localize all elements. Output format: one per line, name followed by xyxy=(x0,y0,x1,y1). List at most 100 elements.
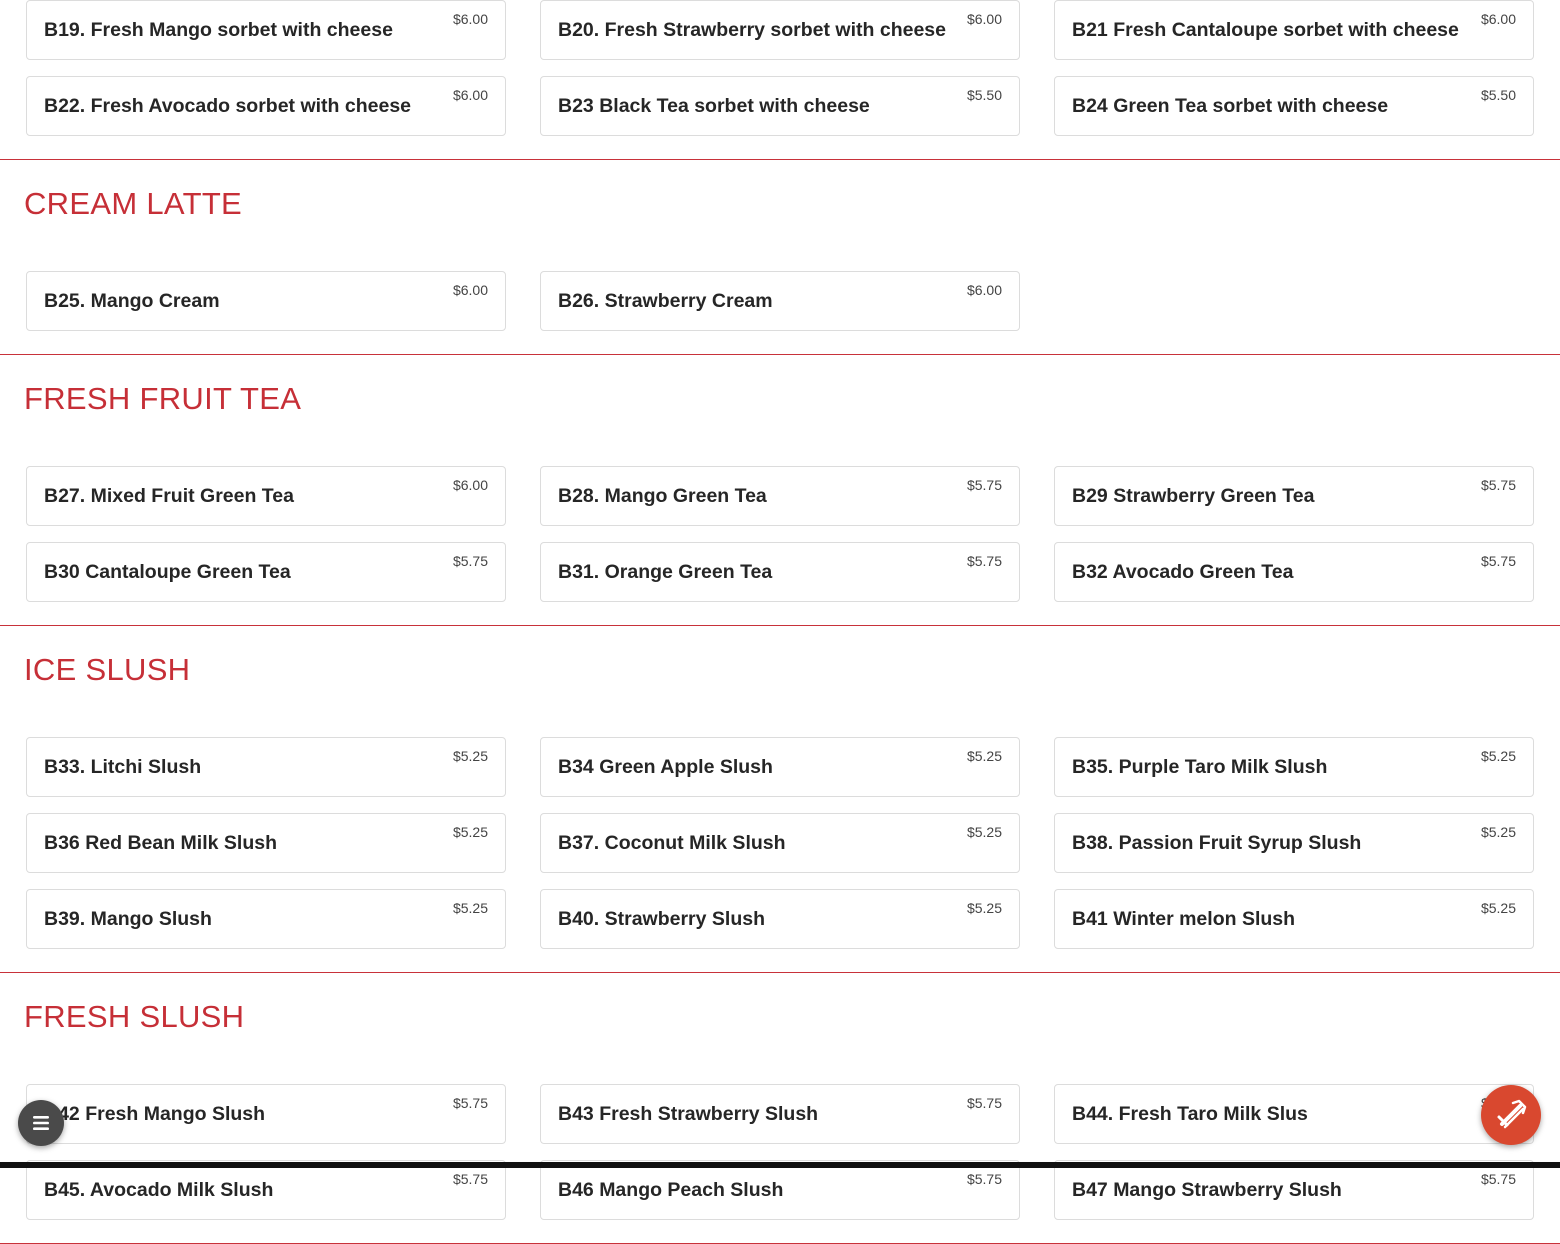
menu-item[interactable]: B46 Mango Peach Slush $5.75 xyxy=(540,1160,1020,1220)
menu-item-name: B33. Litchi Slush xyxy=(44,756,202,778)
menu-item[interactable]: B23 Black Tea sorbet with cheese $5.50 xyxy=(540,76,1020,136)
menu-item-name: B40. Strawberry Slush xyxy=(558,908,765,930)
menu-section: FRESH FRUIT TEA B27. Mixed Fruit Green Te… xyxy=(0,355,1560,626)
menu-item[interactable]: B33. Litchi Slush $5.25 xyxy=(26,737,506,797)
menu-item-name: B39. Mango Slush xyxy=(44,908,212,930)
menu-item[interactable]: B39. Mango Slush $5.25 xyxy=(26,889,506,949)
menu-item-price: $5.75 xyxy=(966,1171,1002,1187)
menu-item-name: B36 Red Bean Milk Slush xyxy=(44,832,277,854)
item-grid: B33. Litchi Slush $5.25 B34 Green Apple Sl… xyxy=(24,737,1536,949)
item-grid: B42 Fresh Mango Slush $5.75 B43 Fresh Stra… xyxy=(24,1084,1536,1220)
menu-item-name: B37. Coconut Milk Slush xyxy=(558,832,786,854)
menu-item[interactable]: B30 Cantaloupe Green Tea $5.75 xyxy=(26,542,506,602)
menu-item[interactable]: B29 Strawberry Green Tea $5.75 xyxy=(1054,466,1534,526)
menu-item-price: $5.25 xyxy=(966,900,1002,916)
menu-item[interactable]: B32 Avocado Green Tea $5.75 xyxy=(1054,542,1534,602)
menu-item-price: $5.25 xyxy=(966,748,1002,764)
menu-item[interactable]: B42 Fresh Mango Slush $5.75 xyxy=(26,1084,506,1144)
menu-item[interactable]: B34 Green Apple Slush $5.25 xyxy=(540,737,1020,797)
menu-item-price: $5.75 xyxy=(966,553,1002,569)
menu-item-price: $6.00 xyxy=(452,282,488,298)
menu-item-name: B20. Fresh Strawberry sorbet with cheese xyxy=(558,19,946,41)
menu-item[interactable]: B26. Strawberry Cream $6.00 xyxy=(540,271,1020,331)
menu-item-name: B28. Mango Green Tea xyxy=(558,485,767,507)
menu-item[interactable]: B47 Mango Strawberry Slush $5.75 xyxy=(1054,1160,1534,1220)
menu-item[interactable]: B44. Fresh Taro Milk Slus$5.75 xyxy=(1054,1084,1534,1144)
menu-item-name: B46 Mango Peach Slush xyxy=(558,1179,784,1201)
menu-list-button[interactable] xyxy=(18,1100,64,1146)
menu-item-name: B30 Cantaloupe Green Tea xyxy=(44,561,291,583)
menu-item-price: $6.00 xyxy=(966,11,1002,27)
menu-item-name: B26. Strawberry Cream xyxy=(558,290,773,312)
menu-section: B19. Fresh Mango sorbet with cheese $6.00… xyxy=(0,0,1560,160)
menu-item[interactable]: B24 Green Tea sorbet with cheese $5.50 xyxy=(1054,76,1534,136)
menu-item[interactable]: B36 Red Bean Milk Slush $5.25 xyxy=(26,813,506,873)
menu-item-name: B42 Fresh Mango Slush xyxy=(44,1103,266,1125)
menu-item-price: $5.75 xyxy=(452,553,488,569)
menu-item-price: $5.75 xyxy=(966,477,1002,493)
menu-item-name: B21 Fresh Cantaloupe sorbet with cheese xyxy=(1072,19,1459,41)
menu-item[interactable]: B40. Strawberry Slush $5.25 xyxy=(540,889,1020,949)
menu-page: B19. Fresh Mango sorbet with cheese $6.00… xyxy=(0,0,1560,1244)
menu-item[interactable]: B37. Coconut Milk Slush $5.25 xyxy=(540,813,1020,873)
menu-item-price: $5.25 xyxy=(966,824,1002,840)
menu-item-name: B23 Black Tea sorbet with cheese xyxy=(558,95,870,117)
menu-item-name: B29 Strawberry Green Tea xyxy=(1072,485,1315,507)
menu-item[interactable]: B19. Fresh Mango sorbet with cheese $6.00 xyxy=(26,0,506,60)
menu-item-price: $5.25 xyxy=(1480,900,1516,916)
item-grid: B25. Mango Cream $6.00 B26. Strawberry Cre… xyxy=(24,271,1536,331)
menu-item-name: B24 Green Tea sorbet with cheese xyxy=(1072,95,1389,117)
menu-item-price: $6.00 xyxy=(1480,11,1516,27)
menu-item[interactable]: B20. Fresh Strawberry sorbet with cheese… xyxy=(540,0,1020,60)
section-title: ICE SLUSH xyxy=(24,652,191,687)
menu-item-price: $5.50 xyxy=(966,87,1002,103)
menu-item-name: B34 Green Apple Slush xyxy=(558,756,773,778)
menu-item-price: $6.00 xyxy=(452,11,488,27)
menu-item[interactable]: B22. Fresh Avocado sorbet with cheese $6.… xyxy=(26,76,506,136)
menu-item-price: $5.25 xyxy=(452,900,488,916)
menu-item-price: $5.75 xyxy=(1480,553,1516,569)
menu-item[interactable]: B31. Orange Green Tea $5.75 xyxy=(540,542,1020,602)
menu-item-price: $5.75 xyxy=(452,1095,488,1111)
list-icon xyxy=(33,1116,49,1130)
menu-item-price: $5.25 xyxy=(1480,824,1516,840)
bottom-edge-bar xyxy=(0,1162,1560,1168)
item-grid: B19. Fresh Mango sorbet with cheese $6.00… xyxy=(24,0,1536,136)
menu-item[interactable]: B21 Fresh Cantaloupe sorbet with cheese $… xyxy=(1054,0,1534,60)
menu-item-price: $6.00 xyxy=(452,477,488,493)
menu-item-price: $5.75 xyxy=(1480,477,1516,493)
menu-item-name: B35. Purple Taro Milk Slush xyxy=(1072,756,1328,778)
menu-item-name: B19. Fresh Mango sorbet with cheese xyxy=(44,19,393,41)
menu-item-price: $5.25 xyxy=(1480,748,1516,764)
menu-item-price: $5.25 xyxy=(452,748,488,764)
order-online-button[interactable] xyxy=(1481,1085,1541,1145)
menu-item-name: B32 Avocado Green Tea xyxy=(1072,561,1294,583)
menu-item-price: $5.75 xyxy=(966,1095,1002,1111)
menu-item-name: B45. Avocado Milk Slush xyxy=(44,1179,274,1201)
menu-item-name: B43 Fresh Strawberry Slush xyxy=(558,1103,819,1125)
menu-item-name: B41 Winter melon Slush xyxy=(1072,908,1296,930)
menu-item[interactable]: B28. Mango Green Tea $5.75 xyxy=(540,466,1020,526)
menu-item[interactable]: B38. Passion Fruit Syrup Slush $5.25 xyxy=(1054,813,1534,873)
menu-item-name: B44. Fresh Taro Milk Slus xyxy=(1072,1103,1308,1125)
menu-item[interactable]: B43 Fresh Strawberry Slush $5.75 xyxy=(540,1084,1020,1144)
section-title: FRESH SLUSH xyxy=(24,999,245,1034)
menu-item-price: $5.50 xyxy=(1480,87,1516,103)
menu-item[interactable]: B41 Winter melon Slush $5.25 xyxy=(1054,889,1534,949)
menu-section: CREAM LATTE B25. Mango Cream $6.00 B26. Str… xyxy=(0,160,1560,355)
menu-item-price: $6.00 xyxy=(452,87,488,103)
menu-item[interactable]: B45. Avocado Milk Slush $5.75 xyxy=(26,1160,506,1220)
menu-item-price: $5.75 xyxy=(1480,1171,1516,1187)
menu-item-name: B31. Orange Green Tea xyxy=(558,561,773,583)
menu-item-name: B25. Mango Cream xyxy=(44,290,220,312)
menu-item[interactable]: B27. Mixed Fruit Green Tea $6.00 xyxy=(26,466,506,526)
order-online-icon xyxy=(1497,1099,1527,1129)
menu-item-price: $5.75 xyxy=(452,1171,488,1187)
section-title: CREAM LATTE xyxy=(24,186,243,221)
menu-section: ICE SLUSH B33. Litchi Slush $5.25 B34 Green… xyxy=(0,626,1560,973)
menu-item-price: $6.00 xyxy=(966,282,1002,298)
menu-item-price: $5.25 xyxy=(452,824,488,840)
menu-item[interactable]: B35. Purple Taro Milk Slush $5.25 xyxy=(1054,737,1534,797)
menu-item[interactable]: B25. Mango Cream $6.00 xyxy=(26,271,506,331)
section-title: FRESH FRUIT TEA xyxy=(24,381,302,416)
